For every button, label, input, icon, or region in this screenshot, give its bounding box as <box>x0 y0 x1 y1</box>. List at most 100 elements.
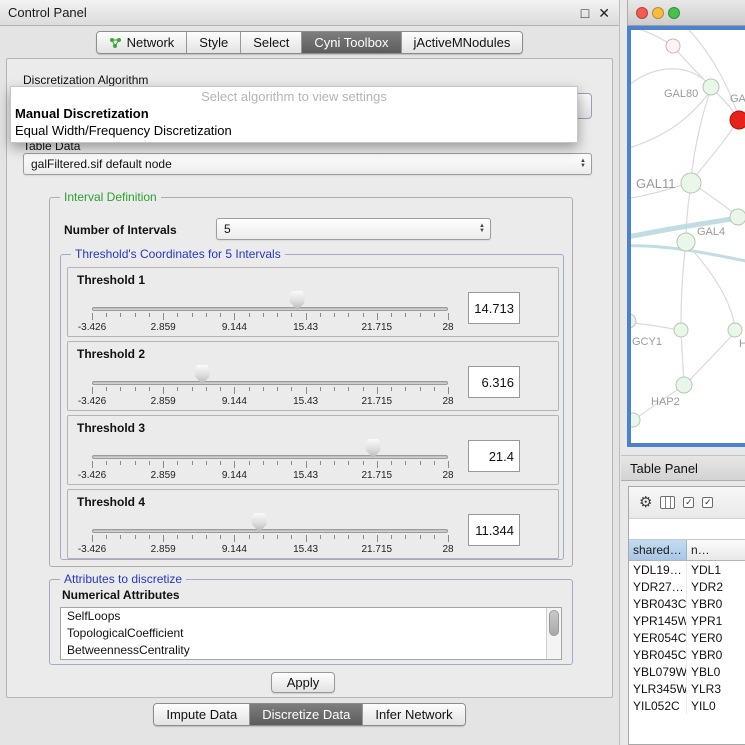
bottom-tab-infer-network[interactable]: Infer Network <box>363 704 464 725</box>
threshold-value-field[interactable]: 21.4 <box>468 440 520 472</box>
tab-jactivemnodules[interactable]: jActiveMNodules <box>402 32 523 53</box>
combobox-arrows-icon: ▲▼ <box>580 154 586 174</box>
algorithm-label: Discretization Algorithm <box>23 73 148 87</box>
attributes-group-title: Attributes to discretize <box>60 572 186 586</box>
slider-ticks <box>92 535 448 543</box>
table-cell-shared-name[interactable]: YIL052C <box>629 697 687 714</box>
threshold-value-field[interactable]: 11.344 <box>468 514 520 546</box>
number-of-intervals-value: 5 <box>224 222 231 236</box>
threshold-slider[interactable]: -3.4262.8599.14415.4321.71528 <box>92 512 448 558</box>
table-data-combobox[interactable]: galFiltered.sif default node ▲▼ <box>23 153 592 175</box>
attribute-list-item[interactable]: SelfLoops <box>61 608 561 625</box>
table-cell-name[interactable]: YDR2 <box>687 578 745 595</box>
table-toolbar-spacer <box>629 519 745 539</box>
network-node-label: GAL80 <box>664 88 698 100</box>
attribute-list-item[interactable]: BetweennessCentrality <box>61 642 561 659</box>
table-row[interactable]: YER054C YER0 <box>629 629 745 646</box>
slider-ticks <box>92 461 448 469</box>
threshold-value-field[interactable]: 6.316 <box>468 366 520 398</box>
table-cell-shared-name[interactable]: YDL19… <box>629 561 687 578</box>
table-row[interactable]: YBL079W YBL0 <box>629 663 745 680</box>
network-node[interactable] <box>631 413 640 427</box>
table-cell-name[interactable]: YLR3 <box>687 680 745 697</box>
table-cell-shared-name[interactable]: YBR043C <box>629 595 687 612</box>
table-row[interactable]: YPR145W YPR1 <box>629 612 745 629</box>
table-row[interactable]: YIL052C YIL0 <box>629 697 745 714</box>
bottom-tab-discretize-data[interactable]: Discretize Data <box>250 704 363 725</box>
tab-select[interactable]: Select <box>241 32 302 53</box>
threshold-slider[interactable]: -3.4262.8599.14415.4321.71528 <box>92 290 448 336</box>
network-node[interactable] <box>677 233 695 251</box>
scrollbar-thumb[interactable] <box>549 610 559 636</box>
checkbox-icon[interactable]: ✓ <box>683 497 694 508</box>
slider-track[interactable] <box>92 381 448 385</box>
threshold-slider[interactable]: -3.4262.8599.14415.4321.71528 <box>92 364 448 410</box>
attributes-list[interactable]: SelfLoopsTopologicalCoefficientBetweenne… <box>60 607 562 660</box>
table-cell-name[interactable]: YER0 <box>687 629 745 646</box>
table-cell-name[interactable]: YPR1 <box>687 612 745 629</box>
table-cell-name[interactable]: YDL1 <box>687 561 745 578</box>
table-cell-shared-name[interactable]: YDR27… <box>629 578 687 595</box>
slider-scale-labels: -3.4262.8599.14415.4321.71528 <box>92 544 448 556</box>
columns-icon[interactable] <box>660 496 675 509</box>
attribute-list-item[interactable]: TopologicalCoefficient <box>61 625 561 642</box>
network-node[interactable] <box>728 323 742 337</box>
table-cell-shared-name[interactable]: YBL079W <box>629 663 687 680</box>
tab-style[interactable]: Style <box>187 32 241 53</box>
zoom-button[interactable] <box>668 7 680 19</box>
table-row[interactable]: YLR345W YLR3 <box>629 680 745 697</box>
close-window-icon[interactable]: ✕ <box>598 6 610 20</box>
column-header-shared-name[interactable]: shared… <box>629 540 687 560</box>
number-of-intervals-combobox[interactable]: 5 ▲▼ <box>216 218 491 240</box>
slider-track[interactable] <box>92 455 448 459</box>
threshold-slider[interactable]: -3.4262.8599.14415.4321.71528 <box>92 438 448 484</box>
table-cell-shared-name[interactable]: YPR145W <box>629 612 687 629</box>
network-canvas[interactable]: GAL80GAGAL11GAL4GCY1HHAP2 <box>631 30 745 443</box>
table-row[interactable]: YDR27… YDR2 <box>629 578 745 595</box>
slider-track[interactable] <box>92 529 448 533</box>
column-header-name[interactable]: n… <box>687 540 745 560</box>
algorithm-option[interactable]: Equal Width/Frequency Discretization <box>11 122 577 139</box>
network-node-label: H <box>739 338 745 350</box>
bottom-tab-impute-data[interactable]: Impute Data <box>154 704 250 725</box>
attributes-list-scrollbar[interactable] <box>546 608 561 659</box>
apply-button[interactable]: Apply <box>271 672 335 693</box>
table-cell-name[interactable]: YBR0 <box>687 646 745 663</box>
table-row[interactable]: YDL19… YDL1 <box>629 561 745 578</box>
table-panel-titlebar: Table Panel <box>621 455 745 481</box>
float-window-icon[interactable]: □ <box>581 6 589 20</box>
tab-network[interactable]: Network <box>97 32 188 53</box>
slider-scale-labels: -3.4262.8599.14415.4321.71528 <box>92 322 448 334</box>
table-cell-shared-name[interactable]: YER054C <box>629 629 687 646</box>
network-node-highlighted[interactable] <box>730 111 745 129</box>
network-node[interactable] <box>730 209 745 225</box>
network-node[interactable] <box>631 314 636 328</box>
checkbox-icon[interactable]: ✓ <box>702 497 713 508</box>
tab-label: Network <box>127 35 175 50</box>
attributes-group: Attributes to discretize Numerical Attri… <box>49 579 573 665</box>
network-node[interactable] <box>674 323 688 337</box>
algorithm-option[interactable]: Manual Discretization <box>11 105 577 122</box>
table-row[interactable]: YBR045C YBR0 <box>629 646 745 663</box>
table-cell-name[interactable]: YBL0 <box>687 663 745 680</box>
table-cell-name[interactable]: YBR0 <box>687 595 745 612</box>
network-node[interactable] <box>703 79 719 95</box>
table-cell-shared-name[interactable]: YBR045C <box>629 646 687 663</box>
window-title: Control Panel <box>8 5 87 20</box>
threshold-label: Threshold 3 <box>77 421 145 435</box>
table-row[interactable]: YBR043C YBR0 <box>629 595 745 612</box>
network-node[interactable] <box>681 173 701 193</box>
minimize-button[interactable] <box>652 7 664 19</box>
network-icon <box>109 36 122 49</box>
threshold-value-field[interactable]: 14.713 <box>468 292 520 324</box>
table-cell-shared-name[interactable]: YLR345W <box>629 680 687 697</box>
network-node[interactable] <box>666 39 680 53</box>
table-cell-name[interactable]: YIL0 <box>687 697 745 714</box>
gear-icon[interactable]: ⚙ <box>639 495 652 510</box>
network-node[interactable] <box>676 377 692 393</box>
tab-cyni-toolbox[interactable]: Cyni Toolbox <box>302 32 401 53</box>
slider-track[interactable] <box>92 307 448 311</box>
close-button[interactable] <box>636 7 648 19</box>
threshold-label: Threshold 1 <box>77 273 145 287</box>
numerical-attributes-heading: Numerical Attributes <box>62 588 180 602</box>
